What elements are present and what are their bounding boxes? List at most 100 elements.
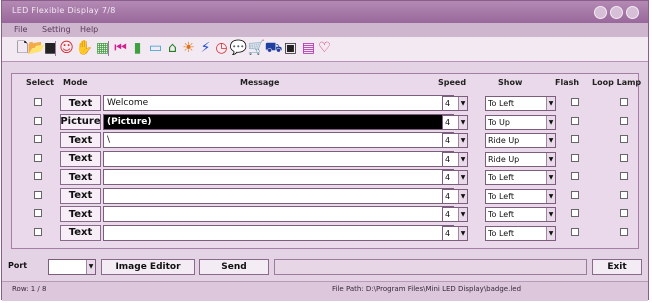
save-disk-icon[interactable]: ■ <box>42 40 59 57</box>
chevron-down-icon[interactable]: ▼ <box>458 134 467 147</box>
mode-button[interactable]: Picture <box>60 113 101 130</box>
lightning-icon[interactable]: ⚡ <box>197 40 214 57</box>
message-input[interactable] <box>103 224 454 241</box>
flash-checkbox[interactable] <box>571 98 579 106</box>
select-checkbox[interactable] <box>34 153 42 162</box>
flash-checkbox[interactable] <box>571 190 579 199</box>
speed-select[interactable]: 4 ▼ <box>442 96 468 111</box>
mode-button[interactable]: Text <box>60 169 101 185</box>
chevron-down-icon[interactable]: ▼ <box>458 97 467 110</box>
house-icon[interactable]: ⌂ <box>164 40 181 57</box>
chevron-down-icon[interactable]: ▼ <box>546 134 555 147</box>
message-input[interactable]: \ <box>103 132 454 148</box>
chevron-down-icon[interactable]: ▼ <box>546 171 555 184</box>
menu-setting[interactable]: Setting <box>42 25 71 34</box>
mode-button[interactable]: Text <box>60 206 101 222</box>
speed-select[interactable]: 4 ▼ <box>442 170 468 185</box>
menu-file[interactable]: File <box>14 25 27 34</box>
speed-select[interactable]: 4 ▼ <box>442 114 468 130</box>
show-effect-select[interactable]: Ride Up ▼ <box>485 151 556 167</box>
speed-select[interactable]: 4 ▼ <box>442 225 468 241</box>
message-input[interactable] <box>103 206 454 222</box>
loop-lamp-checkbox[interactable] <box>620 153 628 162</box>
select-checkbox[interactable] <box>34 190 42 199</box>
port-select[interactable]: ▼ <box>48 259 96 275</box>
loop-lamp-checkbox[interactable] <box>620 172 628 180</box>
chevron-down-icon[interactable]: ▼ <box>546 226 555 240</box>
select-checkbox[interactable] <box>34 116 42 125</box>
binoculars-icon[interactable]: ⛟ <box>265 40 283 57</box>
select-checkbox[interactable] <box>34 98 42 106</box>
smiley-icon[interactable]: ☺ <box>58 40 75 57</box>
select-checkbox[interactable] <box>34 209 42 217</box>
image-editor-button[interactable]: Image Editor <box>101 259 195 275</box>
sun-icon[interactable]: ☀ <box>180 40 197 57</box>
select-checkbox[interactable] <box>34 172 42 180</box>
show-effect-select[interactable]: To Left ▼ <box>485 225 556 241</box>
show-effect-select[interactable]: To Left ▼ <box>485 96 556 111</box>
heart-icon[interactable]: ♡ <box>316 40 333 57</box>
message-input[interactable] <box>103 150 454 167</box>
chevron-down-icon[interactable]: ▼ <box>458 208 467 221</box>
show-effect-select[interactable]: To Left ▼ <box>485 207 556 222</box>
loop-lamp-checkbox[interactable] <box>620 209 628 217</box>
menu-help[interactable]: Help <box>80 25 98 34</box>
mode-button[interactable]: Text <box>60 187 101 204</box>
close-button[interactable] <box>626 6 639 19</box>
flash-checkbox[interactable] <box>571 227 579 236</box>
chevron-down-icon[interactable]: ▼ <box>546 97 555 110</box>
flash-checkbox[interactable] <box>571 153 579 162</box>
flash-checkbox[interactable] <box>571 135 579 143</box>
hand-icon[interactable]: ✋ <box>76 40 93 57</box>
chevron-down-icon[interactable]: ▼ <box>86 260 95 274</box>
mode-button[interactable]: Text <box>60 95 101 111</box>
show-effect-select[interactable]: Ride Up ▼ <box>485 133 556 148</box>
loop-lamp-checkbox[interactable] <box>620 98 628 106</box>
flash-checkbox[interactable] <box>571 116 579 125</box>
rewind-icon[interactable]: ⏮ <box>112 40 129 57</box>
mode-button[interactable]: Text <box>60 132 101 148</box>
speed-select[interactable]: 4 ▼ <box>442 188 468 204</box>
chevron-down-icon[interactable]: ▼ <box>458 189 467 203</box>
screen-icon[interactable]: ▭ <box>147 40 164 57</box>
select-checkbox[interactable] <box>34 135 42 143</box>
select-checkbox[interactable] <box>34 227 42 236</box>
message-input[interactable] <box>103 187 454 204</box>
minimize-button[interactable] <box>594 6 607 19</box>
disk-icon[interactable]: ▤ <box>300 40 317 57</box>
loop-lamp-checkbox[interactable] <box>620 116 628 125</box>
mode-button[interactable]: Text <box>60 150 101 167</box>
flash-checkbox[interactable] <box>571 172 579 180</box>
title-bar[interactable]: LED Flexible Display 7/8 <box>2 1 648 23</box>
show-effect-select[interactable]: To Up ▼ <box>485 114 556 130</box>
show-effect-select[interactable]: To Left ▼ <box>485 188 556 204</box>
exit-button[interactable]: Exit <box>592 259 642 275</box>
battery-icon[interactable]: ▮ <box>129 40 146 57</box>
clock-icon[interactable]: ◷ <box>213 40 230 57</box>
loop-lamp-checkbox[interactable] <box>620 135 628 143</box>
monitor-icon[interactable]: ▣ <box>282 40 299 57</box>
chevron-down-icon[interactable]: ▼ <box>458 226 467 240</box>
speed-select[interactable]: 4 ▼ <box>442 207 468 222</box>
chevron-down-icon[interactable]: ▼ <box>458 171 467 184</box>
chevron-down-icon[interactable]: ▼ <box>546 115 555 129</box>
message-input[interactable] <box>103 169 454 185</box>
cart-icon[interactable]: 🛒 <box>248 40 265 57</box>
loop-lamp-checkbox[interactable] <box>620 227 628 236</box>
speed-select[interactable]: 4 ▼ <box>442 151 468 167</box>
chevron-down-icon[interactable]: ▼ <box>546 208 555 221</box>
show-effect-select[interactable]: To Left ▼ <box>485 170 556 185</box>
flash-checkbox[interactable] <box>571 209 579 217</box>
speech-bubble-icon[interactable]: 💬 <box>230 40 247 57</box>
chevron-down-icon[interactable]: ▼ <box>546 152 555 166</box>
chevron-down-icon[interactable]: ▼ <box>458 152 467 166</box>
chevron-down-icon[interactable]: ▼ <box>458 115 467 129</box>
chevron-down-icon[interactable]: ▼ <box>546 189 555 203</box>
mode-button[interactable]: Text <box>60 224 101 241</box>
message-input[interactable]: (Picture) <box>103 113 454 130</box>
speed-select[interactable]: 4 ▼ <box>442 133 468 148</box>
maximize-button[interactable] <box>610 6 623 19</box>
message-input[interactable]: Welcome <box>103 95 454 111</box>
loop-lamp-checkbox[interactable] <box>620 190 628 199</box>
send-button[interactable]: Send <box>199 259 269 275</box>
